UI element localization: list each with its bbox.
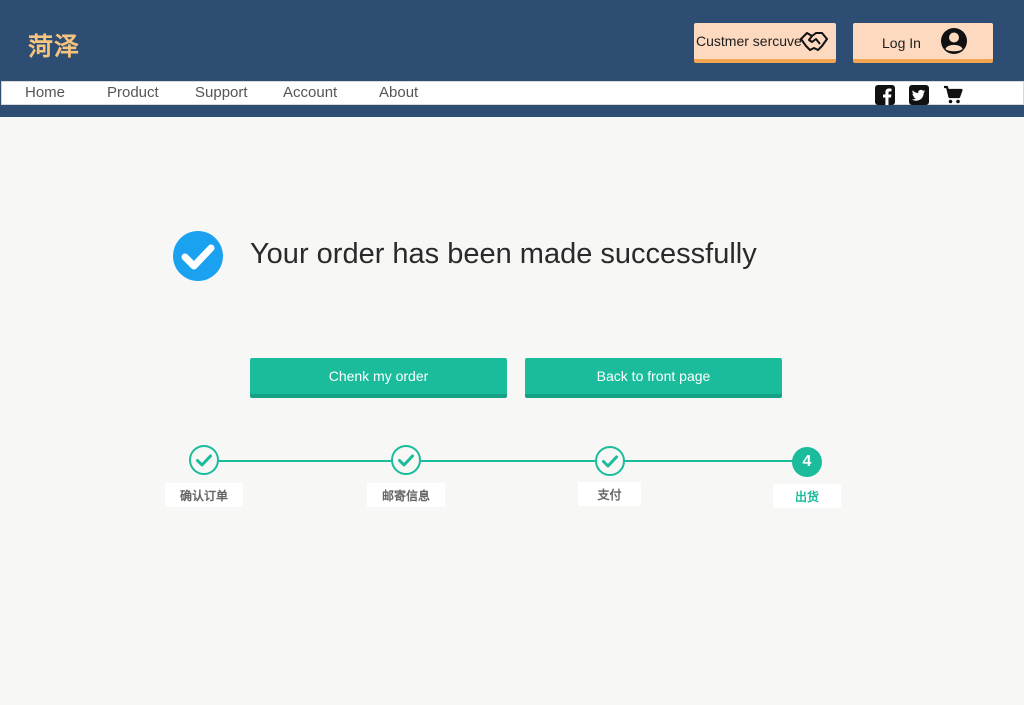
step-3-check-icon: [595, 446, 625, 476]
step-1-check-icon: [189, 445, 219, 475]
handshake-icon: [800, 30, 828, 55]
nav-support[interactable]: Support: [195, 84, 248, 101]
facebook-icon[interactable]: [875, 85, 895, 105]
step-4-number: 4: [792, 447, 822, 477]
step-2-check-icon: [391, 445, 421, 475]
cart-icon[interactable]: [943, 85, 963, 105]
progress-line: [204, 460, 808, 462]
login-label: Log In: [882, 35, 921, 51]
step-2-label: 邮寄信息: [367, 483, 445, 507]
step-1-label: 确认订单: [165, 483, 243, 507]
nav-product[interactable]: Product: [107, 84, 159, 101]
twitter-icon[interactable]: [909, 85, 929, 105]
success-message: Your order has been made successfully: [250, 238, 757, 270]
nav-about[interactable]: About: [379, 84, 418, 101]
nav-account[interactable]: Account: [283, 84, 337, 101]
back-to-front-page-button[interactable]: Back to front page: [525, 358, 782, 398]
logo[interactable]: 菏泽: [28, 27, 80, 63]
success-check-icon: [173, 231, 223, 281]
customer-service-label: Custmer sercuve: [696, 33, 802, 49]
step-3-label: 支付: [578, 482, 641, 506]
nav-home[interactable]: Home: [25, 84, 65, 101]
user-avatar-icon: [940, 27, 968, 58]
login-button[interactable]: Log In: [853, 23, 993, 63]
nav-bar: Home Product Support Account About: [1, 81, 1024, 105]
customer-service-button[interactable]: Custmer sercuve: [694, 23, 836, 63]
check-order-button[interactable]: Chenk my order: [250, 358, 507, 398]
step-4-label: 出货: [773, 484, 841, 508]
